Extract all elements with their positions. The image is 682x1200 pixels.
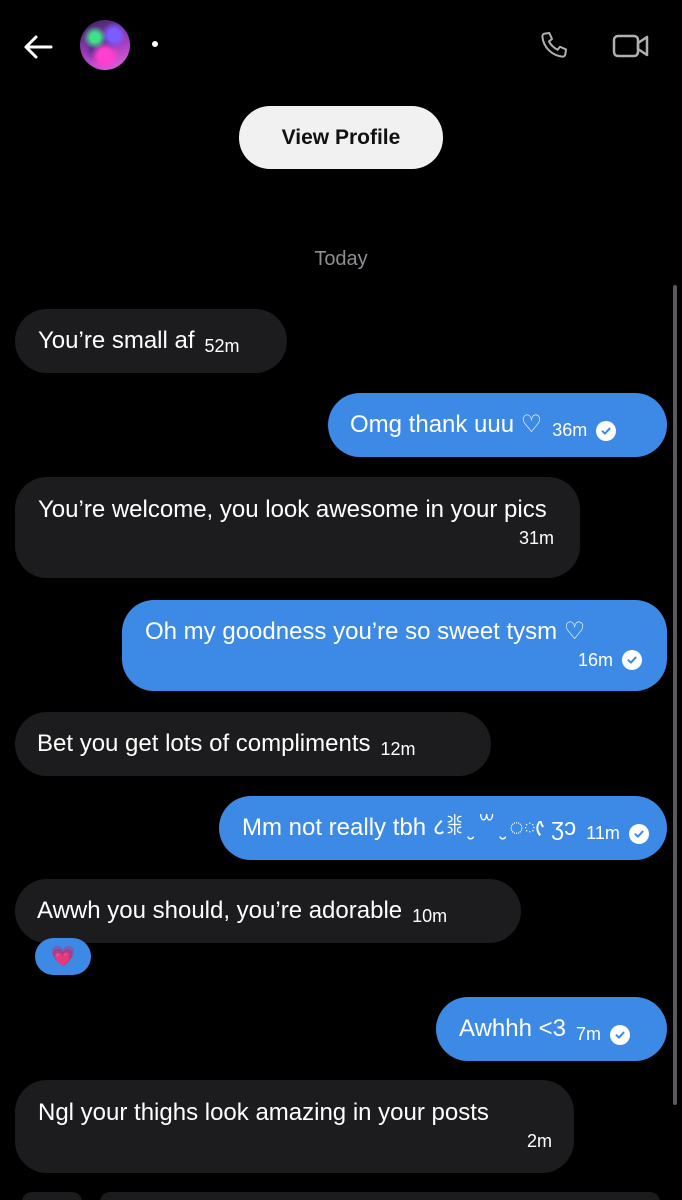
date-separator: Today (314, 248, 368, 270)
message-incoming[interactable]: You’re small af 52m (15, 309, 287, 373)
message-incoming[interactable]: Ngl your thighs look amazing in your pos… (15, 1080, 574, 1173)
contact-name-dot (152, 41, 158, 47)
video-camera-icon (612, 34, 649, 58)
partial-message (100, 1192, 660, 1200)
message-meta: 31m (38, 526, 554, 550)
message-text: Omg thank uuu ♡ (350, 411, 543, 439)
message-outgoing[interactable]: Omg thank uuu ♡ 36m (328, 393, 667, 457)
message-time: 10m (412, 906, 448, 927)
message-time: 12m (380, 739, 416, 760)
message-meta: 16m (145, 648, 642, 672)
message-text: Awhhh <3 (459, 1015, 566, 1043)
avatar[interactable] (80, 20, 130, 70)
phone-icon (541, 32, 567, 58)
message-time: 2m (526, 1131, 552, 1152)
message-outgoing[interactable]: Oh my goodness you’re so sweet tysm ♡ 16… (122, 600, 667, 691)
message-time: 36m (552, 420, 588, 441)
message-time: 31m (518, 528, 554, 549)
heart-emoji: 💗 (50, 946, 76, 968)
reaction-badge[interactable]: 💗 (35, 938, 91, 975)
message-text: Oh my goodness you’re so sweet tysm ♡ (145, 618, 586, 645)
call-button[interactable] (536, 27, 572, 63)
seen-check-icon (596, 421, 617, 441)
message-meta: 2m (38, 1129, 552, 1153)
message-text: Mm not really tbh ८ꒌ ̮ ꒳ ̮ ◌ᰦ ʒɔ (242, 814, 577, 842)
message-time: 7m (575, 1024, 601, 1045)
video-call-button[interactable] (610, 28, 652, 64)
message-time: 52m (204, 336, 240, 357)
message-time: 16m (577, 650, 613, 671)
message-text: Bet you get lots of compliments (37, 730, 371, 758)
message-outgoing[interactable]: Awhhh <3 7m (436, 997, 667, 1061)
seen-check-icon (622, 650, 642, 671)
partial-avatar (22, 1192, 82, 1200)
message-text: You’re welcome, you look awesome in your… (38, 496, 547, 523)
chat-screen: View Profile Today You’re small af 52m O… (0, 0, 682, 1200)
message-incoming[interactable]: You’re welcome, you look awesome in your… (15, 477, 580, 578)
message-text: Ngl your thighs look amazing in your pos… (38, 1099, 489, 1126)
scrollbar[interactable] (673, 285, 677, 1105)
message-incoming[interactable]: Bet you get lots of compliments 12m (15, 712, 491, 776)
message-outgoing[interactable]: Mm not really tbh ८ꒌ ̮ ꒳ ̮ ◌ᰦ ʒɔ 11m (219, 796, 667, 860)
message-incoming[interactable]: Awwh you should, you’re adorable 10m (15, 879, 521, 943)
message-text: You’re small af (38, 327, 195, 355)
view-profile-button[interactable]: View Profile (239, 106, 443, 169)
chat-header (0, 0, 682, 95)
seen-check-icon (610, 1025, 630, 1045)
arrow-left-icon (24, 35, 53, 59)
back-button[interactable] (18, 27, 58, 67)
message-text: Awwh you should, you’re adorable (37, 897, 403, 925)
seen-check-icon (628, 824, 649, 844)
message-time: 11m (586, 823, 620, 844)
